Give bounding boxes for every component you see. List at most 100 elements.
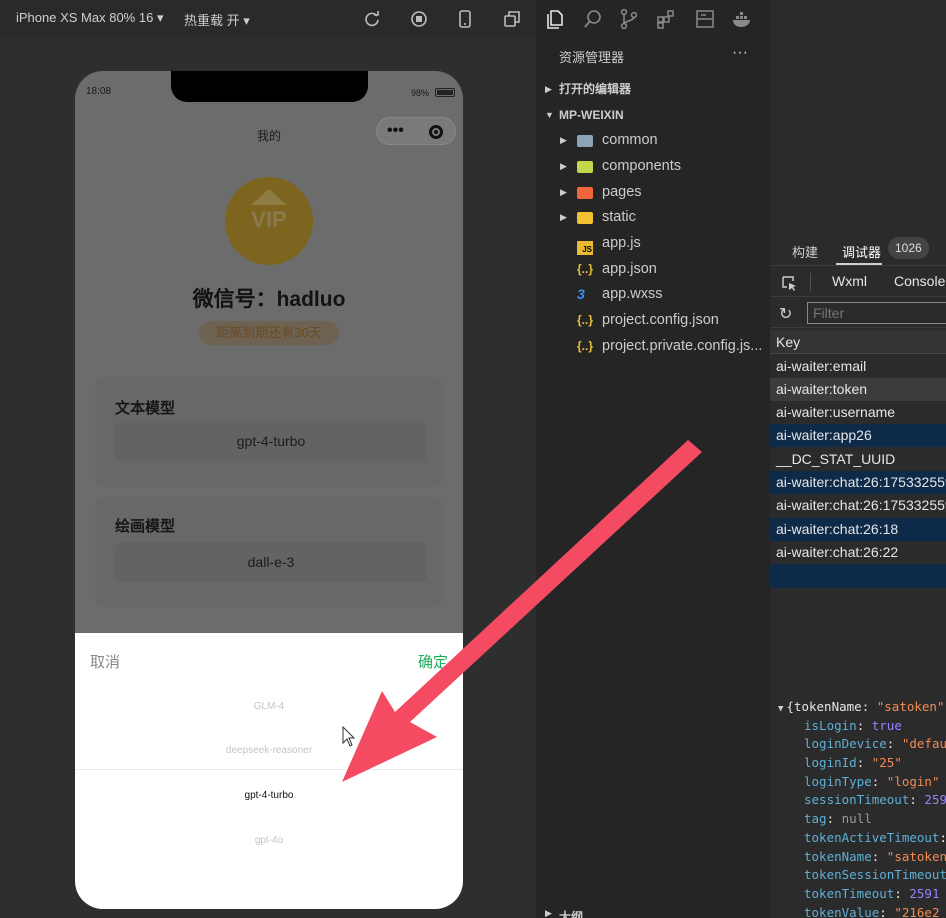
activity-bar (536, 0, 770, 37)
json-line: tag: null (770, 810, 946, 829)
more-icon[interactable]: ••• (387, 123, 404, 139)
text-model-value[interactable]: gpt-4-turbo (115, 421, 427, 461)
outline-label: 大纲 (559, 910, 584, 918)
json-value: 2591 (924, 792, 946, 808)
tree-item-project-config[interactable]: {..} project.config.json (536, 308, 770, 333)
storage-key-row[interactable]: ai-waiter:chat:26:18 (770, 518, 946, 541)
storage-key-row-selected[interactable]: ai-waiter:token (770, 378, 946, 401)
picker-option[interactable]: GLM-4 (75, 701, 463, 712)
storage-key-row[interactable]: __DC_STAT_UUID (770, 448, 946, 471)
tree-item-components[interactable]: ▶ components (536, 154, 770, 179)
tree-item-project-private-config[interactable]: {..} project.private.config.js... (536, 334, 770, 359)
expiry-badge: 距离到期还有30天 (199, 321, 339, 345)
image-model-card: 绘画模型 dall-e-3 (95, 497, 443, 607)
json-key: tokenTimeout (804, 885, 895, 901)
json-value: "satoken" (876, 699, 945, 714)
filter-input[interactable] (807, 302, 946, 324)
picker-option-selected[interactable]: gpt-4-turbo (75, 790, 463, 801)
picker-indicator-line (75, 769, 463, 770)
tab-debugger[interactable]: 调试器 (842, 242, 881, 261)
json-line: tokenName: "satoken" (770, 848, 946, 867)
json-line: loginType: "login" (770, 773, 946, 792)
json-value: "default" (901, 736, 946, 752)
json-separator: : (894, 885, 910, 901)
storage-key-row[interactable]: ai-waiter:app26 (770, 424, 946, 447)
picker-option[interactable]: gpt-4o (75, 835, 463, 846)
json-key: {tokenName (786, 699, 862, 714)
key-column-header[interactable]: Key (770, 330, 946, 354)
chevron-right-icon: ▶ (560, 135, 567, 145)
open-editors-section[interactable]: ▶ 打开的编辑器 (536, 77, 770, 101)
confirm-button[interactable]: 确定 (418, 651, 448, 672)
phone-notch (171, 71, 368, 102)
device-select[interactable]: iPhone XS Max 80% 16 ▾ (16, 10, 163, 26)
phone-screen: 18:08 98% 我的 ••• VIP 微信号：hadluo 距离到期还有30… (75, 71, 463, 909)
storage-value-json: ▼ {tokenName: "satoken" isLogin: true login… (770, 698, 946, 918)
json-separator: : (871, 773, 887, 789)
tab-build[interactable]: 构建 (792, 242, 818, 261)
json-line: tokenTimeout: 2591 (770, 885, 946, 904)
json-file-icon: {..} (577, 313, 594, 327)
storage-key-row[interactable]: ai-waiter:chat:26:175332559 (770, 494, 946, 517)
json-value: "satoken" (886, 848, 946, 864)
json-key: tokenActiveTimeout (804, 829, 940, 845)
json-line: tokenSessionTimeout (770, 866, 946, 885)
status-time: 18:08 (86, 86, 112, 97)
storage-key-row[interactable]: ai-waiter:email (770, 355, 946, 378)
tree-item-app-js[interactable]: JS app.js (536, 231, 770, 256)
storage-key-row-empty[interactable] (770, 564, 946, 588)
search-icon[interactable] (582, 8, 604, 30)
close-miniprogram-icon[interactable] (429, 125, 443, 139)
json-key: loginId (804, 755, 857, 771)
image-model-value[interactable]: dall-e-3 (115, 542, 427, 582)
refresh-icon[interactable]: ↻ (779, 304, 792, 324)
docker-icon[interactable] (731, 8, 753, 30)
tree-item-app-json[interactable]: {..} app.json (536, 257, 770, 282)
json-value: "login" (886, 773, 940, 789)
extensions-icon[interactable] (655, 8, 677, 30)
message-count-badge: 1026 (888, 237, 929, 259)
refresh-icon[interactable] (362, 9, 382, 29)
project-section[interactable]: ▼ MP-WEIXIN (536, 103, 770, 127)
miniprogram-capsule[interactable]: ••• (376, 117, 456, 145)
files-icon[interactable] (545, 8, 567, 30)
tab-console[interactable]: Console (894, 273, 945, 289)
image-model-label: 绘画模型 (115, 518, 176, 535)
folder-icon (577, 185, 594, 200)
chevron-right-icon: ▶ (545, 84, 552, 94)
devtools-subtabs: Wxml Console (770, 267, 946, 297)
json-separator: : (871, 848, 887, 864)
json-value: null (841, 811, 872, 827)
cancel-button[interactable]: 取消 (90, 651, 120, 672)
simulator-pane: iPhone XS Max 80% 16 ▾ 热重载 开 ▾ 18:08 98%… (0, 0, 536, 918)
stop-icon[interactable] (409, 9, 429, 29)
chevron-down-icon[interactable]: ▼ (778, 704, 783, 714)
element-picker-icon[interactable] (780, 274, 798, 292)
json-line: sessionTimeout: 2591 (770, 791, 946, 810)
hot-reload-select[interactable]: 热重载 开 ▾ (184, 10, 250, 29)
divider (810, 273, 811, 291)
json-key: sessionTimeout (804, 792, 910, 808)
windows-icon[interactable] (502, 9, 522, 29)
tree-item-app-wxss[interactable]: 3 app.wxss (536, 282, 770, 307)
picker-option[interactable]: deepseek-reasoner (75, 745, 463, 756)
tree-item-common[interactable]: ▶ common (536, 128, 770, 153)
json-key: tokenSessionTimeout (804, 867, 946, 883)
tree-item-static[interactable]: ▶ static (536, 205, 770, 230)
storage-key-row[interactable]: ai-waiter:chat:26:22 (770, 541, 946, 564)
devtools-pane: 构建 调试器 1026 Wxml Console ↻ Key ai-waiter… (770, 0, 946, 918)
tree-item-label: project.config.json (602, 312, 719, 328)
tree-item-label: app.wxss (602, 286, 663, 302)
storage-icon[interactable] (694, 8, 716, 30)
battery-percent: 98% (410, 88, 429, 98)
json-separator: : (856, 755, 872, 771)
storage-key-row[interactable]: ai-waiter:username (770, 401, 946, 424)
tree-item-label: app.json (602, 261, 657, 277)
source-control-icon[interactable] (618, 8, 640, 30)
battery-icon (435, 88, 455, 97)
phone-icon[interactable] (455, 9, 475, 29)
more-actions-icon[interactable]: ··· (732, 44, 748, 62)
tree-item-pages[interactable]: ▶ pages (536, 180, 770, 205)
tab-wxml[interactable]: Wxml (832, 273, 867, 289)
storage-key-row[interactable]: ai-waiter:chat:26:175332559 (770, 471, 946, 494)
